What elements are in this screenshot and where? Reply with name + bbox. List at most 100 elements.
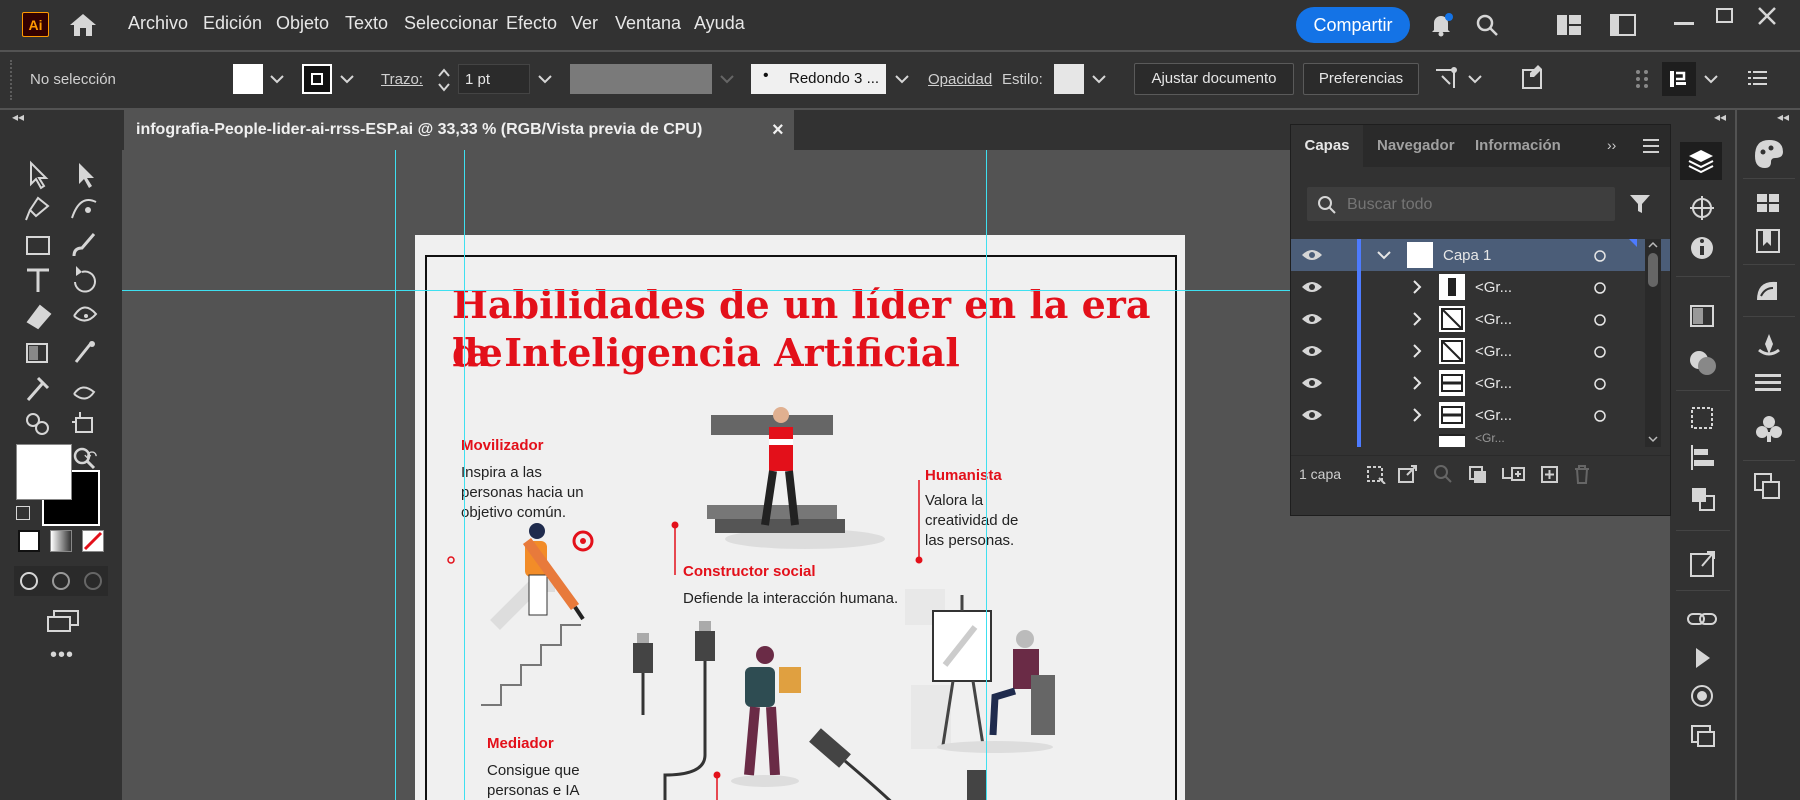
color-panel-icon[interactable]	[1755, 140, 1783, 168]
target-circle-icon[interactable]	[1593, 313, 1607, 327]
filter-icon[interactable]	[1629, 193, 1651, 215]
target-circle-icon[interactable]	[1593, 281, 1607, 295]
artboard-tool-icon[interactable]	[72, 412, 93, 433]
brush-definition[interactable]: • Redondo 3 ...	[751, 64, 886, 94]
align-panel-icon[interactable]	[1662, 62, 1696, 96]
default-colors-icon[interactable]	[16, 506, 30, 520]
swap-colors-icon[interactable]: ↶	[84, 447, 97, 467]
rotate-tool-icon[interactable]	[74, 266, 96, 293]
control-menu-icon[interactable]	[1748, 70, 1768, 86]
group-name[interactable]: <Gr...	[1475, 407, 1512, 424]
graphic-styles-icon[interactable]	[1756, 416, 1782, 442]
gradient-panel-icon[interactable]	[1690, 305, 1714, 327]
pathfinder-panel-icon[interactable]	[1692, 488, 1715, 511]
close-icon[interactable]	[1757, 6, 1777, 26]
document-close-icon[interactable]: ×	[772, 110, 784, 150]
group-name[interactable]: <Gr...	[1475, 343, 1512, 360]
menu-ver[interactable]: Ver	[571, 13, 598, 34]
layer-row-capa-1[interactable]: Capa 1	[1291, 239, 1670, 271]
tab-capas[interactable]: Capas	[1291, 125, 1363, 167]
links-panel-icon[interactable]	[1687, 613, 1717, 625]
group-expand-chevron-icon[interactable]	[1411, 376, 1423, 390]
direct-selection-tool-icon[interactable]	[79, 163, 94, 188]
home-icon[interactable]	[68, 12, 98, 38]
delete-layer-icon[interactable]	[1571, 464, 1593, 484]
group-expand-chevron-icon[interactable]	[1411, 344, 1423, 358]
pen-tool-icon[interactable]	[25, 196, 50, 221]
group-expand-chevron-icon[interactable]	[1411, 280, 1423, 294]
export-panel-icon[interactable]	[1690, 551, 1715, 577]
rectangle-tool-icon[interactable]	[26, 236, 50, 255]
movilizador-illustration[interactable]	[481, 523, 594, 706]
artboard[interactable]: Habilidades de un líder en la era de la …	[415, 235, 1185, 800]
shape-builder-tool-icon[interactable]	[26, 413, 49, 435]
swatches-panel-icon[interactable]	[1757, 194, 1779, 212]
maximize-icon[interactable]	[1716, 8, 1734, 26]
stroke-dropdown-chevron-icon[interactable]	[340, 74, 354, 84]
panel-expand-icon[interactable]: ››	[1607, 137, 1616, 153]
align-chevron-icon[interactable]	[1704, 74, 1718, 84]
grip-handle[interactable]	[10, 60, 17, 100]
stroke-weight-input[interactable]: 1 pt	[458, 64, 530, 94]
eraser-tool-icon[interactable]	[26, 304, 52, 330]
selection-tool-icon[interactable]	[30, 160, 49, 190]
puppet-warp-tool-icon[interactable]	[73, 306, 98, 322]
document-tab[interactable]: infografia-People-lider-ai-rrss-ESP.ai @…	[124, 110, 794, 150]
collect-export-icon[interactable]	[1365, 464, 1387, 484]
puppet-warp-icon[interactable]	[1432, 64, 1460, 92]
layer-expand-chevron-icon[interactable]	[1377, 249, 1391, 261]
locate-object-icon[interactable]	[1433, 464, 1455, 484]
symbols-panel-icon[interactable]	[1758, 334, 1780, 356]
scroll-up-icon[interactable]	[1648, 241, 1658, 249]
scroll-down-icon[interactable]	[1648, 435, 1658, 443]
stroke-panel-icon[interactable]	[1755, 374, 1781, 391]
none-mode-icon[interactable]	[82, 530, 104, 552]
preferences-button[interactable]: Preferencias	[1303, 63, 1419, 95]
guide-vertical-1[interactable]	[395, 150, 396, 800]
guide-vertical-2[interactable]	[464, 150, 465, 800]
stroke-label[interactable]: Trazo:	[381, 71, 423, 88]
minimize-icon[interactable]	[1674, 22, 1694, 26]
color-guide-icon[interactable]	[1691, 685, 1713, 707]
workspace-icon[interactable]	[1556, 14, 1582, 36]
scrollbar-thumb[interactable]	[1648, 253, 1658, 287]
group-name[interactable]: <Gr...	[1475, 311, 1512, 328]
more-tools-icon[interactable]: •••	[50, 644, 74, 667]
layers-search-input[interactable]	[1345, 187, 1609, 223]
brushes-panel-icon[interactable]	[1757, 281, 1777, 300]
group-expand-chevron-icon[interactable]	[1411, 408, 1423, 422]
new-layer-icon[interactable]	[1539, 464, 1561, 484]
profile-chevron-icon[interactable]	[720, 74, 734, 84]
asset-export-icon[interactable]	[1754, 473, 1780, 499]
layer-row-group-2[interactable]: <Gr...	[1291, 303, 1670, 335]
layers-scrollbar[interactable]	[1645, 239, 1661, 447]
menu-texto[interactable]: Texto	[345, 13, 388, 34]
group-name[interactable]: <Gr...	[1475, 375, 1512, 392]
variable-width-profile[interactable]	[570, 64, 712, 94]
layer-row-group-4[interactable]: <Gr...	[1291, 367, 1670, 399]
screen-mode-icon[interactable]	[46, 610, 80, 632]
visibility-eye-icon[interactable]	[1301, 248, 1323, 262]
layer-row-group-6[interactable]: <Gr...	[1291, 431, 1670, 447]
type-tool-icon[interactable]	[27, 268, 49, 292]
menu-archivo[interactable]: Archivo	[128, 13, 188, 34]
paintbrush-tool-icon[interactable]	[72, 233, 96, 257]
search-icon[interactable]	[1474, 12, 1500, 38]
transform-panel-icon[interactable]	[1691, 407, 1713, 429]
brush-chevron-icon[interactable]	[895, 74, 909, 84]
tab-informacion[interactable]: Información	[1475, 125, 1561, 167]
menu-efecto[interactable]: Efecto	[506, 13, 557, 34]
gradient-mode-icon[interactable]	[50, 530, 72, 552]
layers-search-box[interactable]	[1307, 187, 1615, 223]
visibility-eye-icon[interactable]	[1301, 280, 1323, 294]
target-circle-icon[interactable]	[1593, 345, 1607, 359]
gradient-tool-icon[interactable]	[26, 343, 48, 363]
adjust-document-button[interactable]: Ajustar documento	[1134, 63, 1294, 95]
group-name[interactable]: <Gr...	[1475, 279, 1512, 296]
opacity-label[interactable]: Opacidad	[928, 71, 992, 88]
fill-swatch[interactable]	[233, 64, 263, 94]
share-button[interactable]: Compartir	[1296, 7, 1410, 43]
tab-navegador[interactable]: Navegador	[1377, 125, 1455, 167]
actions-play-icon[interactable]	[1696, 648, 1710, 668]
fill-color-box[interactable]	[16, 444, 72, 500]
